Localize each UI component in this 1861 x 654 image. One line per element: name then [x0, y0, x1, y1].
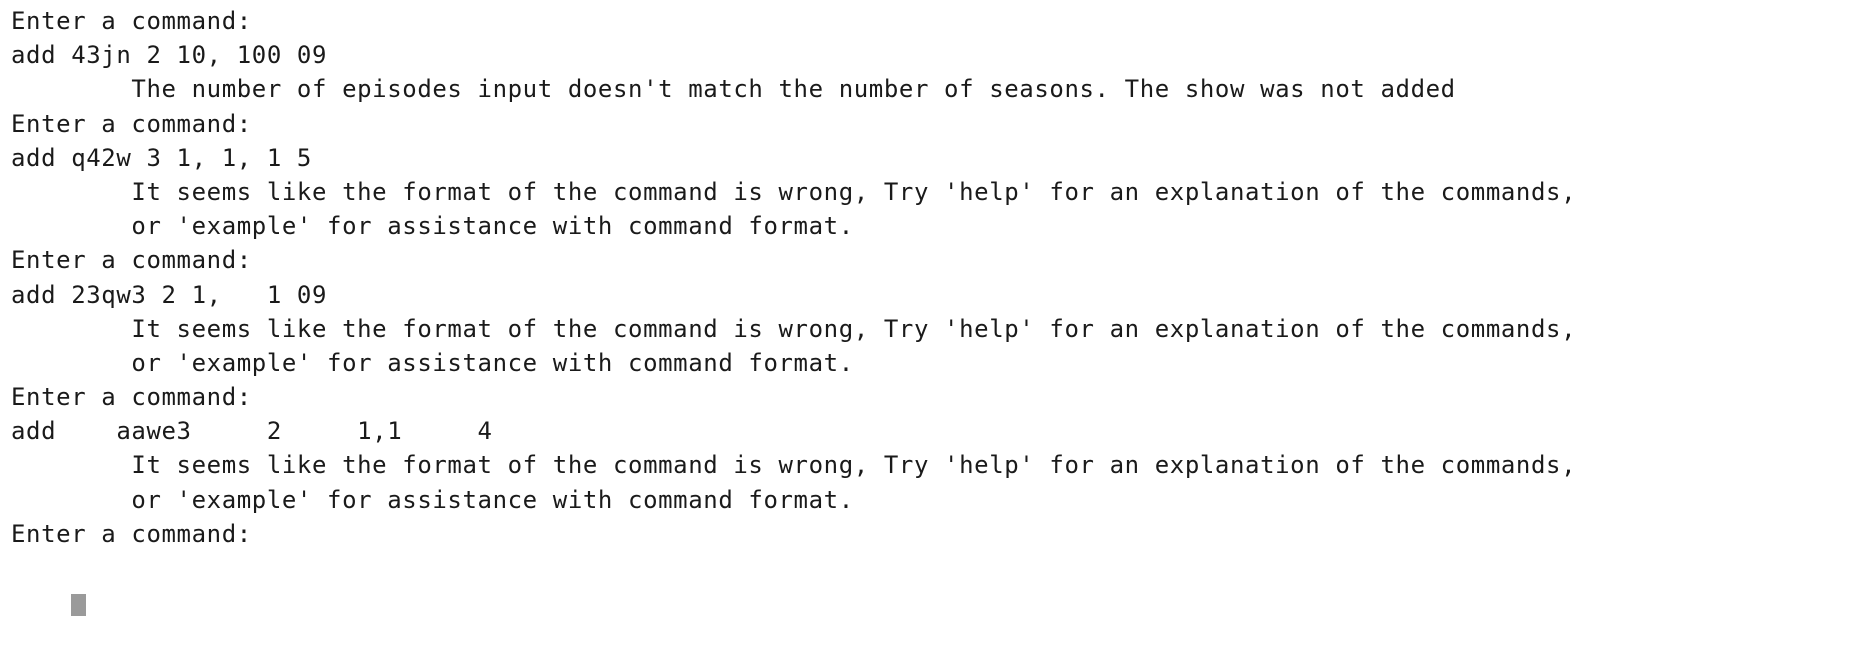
output-line: or 'example' for assistance with command…: [11, 348, 854, 377]
terminal-window[interactable]: Enter a command: add 43jn 2 10, 100 09 T…: [0, 0, 1861, 617]
output-line: or 'example' for assistance with command…: [11, 485, 854, 514]
output-line: It seems like the format of the command …: [11, 314, 1577, 343]
command-input-line: add aawe3 2 1,1 4: [11, 417, 493, 446]
prompt-line: Enter a command:: [11, 109, 252, 138]
prompt-line: Enter a command:: [11, 246, 252, 275]
text-cursor[interactable]: [71, 594, 87, 617]
output-line: It seems like the format of the command …: [11, 451, 1577, 480]
command-input-line: add 23qw3 2 1, 1 09: [11, 280, 328, 309]
command-input-line: add 43jn 2 10, 100 09: [11, 41, 328, 70]
command-input-line: add q42w 3 1, 1, 1 5: [11, 143, 312, 172]
output-line: It seems like the format of the command …: [11, 177, 1577, 206]
active-input-line[interactable]: [11, 551, 1861, 617]
output-line: The number of episodes input doesn't mat…: [11, 75, 1456, 104]
prompt-line: Enter a command:: [11, 383, 252, 412]
prompt-line: Enter a command:: [11, 519, 252, 548]
output-line: or 'example' for assistance with command…: [11, 212, 854, 241]
prompt-line: Enter a command:: [11, 7, 252, 35]
